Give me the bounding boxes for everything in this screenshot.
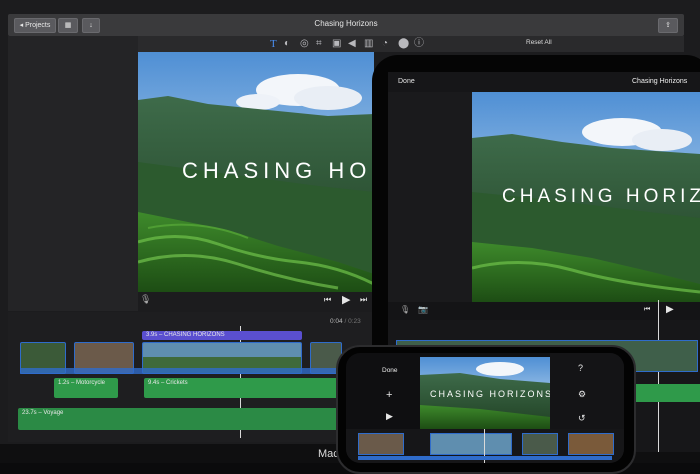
add-icon[interactable]: + bbox=[386, 389, 392, 401]
playback-controls: 🎙 ⏮ ▶ ⏭ bbox=[138, 292, 374, 308]
iphone-video-clip[interactable] bbox=[522, 433, 558, 455]
title-clip[interactable]: 3.9s – CHASING HORIZONS bbox=[142, 331, 302, 340]
mac-viewer: CHASING HO bbox=[138, 52, 374, 292]
microphone-icon[interactable]: 🎙 bbox=[140, 294, 151, 305]
speed-icon[interactable]: ◔ bbox=[382, 38, 388, 50]
camera-icon[interactable]: 📷 bbox=[418, 305, 428, 314]
project-title: Chasing Horizons bbox=[314, 19, 378, 28]
iphone-track-bar bbox=[358, 456, 612, 460]
iphone-tool-column: ? ⚙ ↺ bbox=[550, 353, 624, 433]
microphone-icon[interactable]: 🎙 bbox=[400, 305, 410, 314]
ipad-playhead[interactable] bbox=[658, 300, 659, 452]
viewer-title-overlay: CHASING HO bbox=[182, 158, 372, 183]
timecode-total: 0:23 bbox=[348, 318, 361, 325]
volume-icon[interactable]: ◀ bbox=[348, 38, 356, 50]
music-track-label: 23.7s – Voyage bbox=[22, 410, 64, 416]
share-icon: ⇪ bbox=[665, 22, 671, 29]
audio-clip-label: 1.2s – Motorcycle bbox=[58, 380, 106, 386]
ipad-viewer: CHASING HORIZ bbox=[472, 92, 700, 302]
play-icon[interactable]: ▶ bbox=[666, 304, 674, 315]
color-balance-icon[interactable]: ◐ bbox=[284, 38, 290, 50]
skip-back-icon[interactable]: ⏮ bbox=[324, 295, 331, 305]
ipad-header: Done Chasing Horizons bbox=[388, 72, 700, 92]
mac-timeline: 0:04 / 0:23 3.9s – CHASING HORIZONS 1.2s… bbox=[8, 312, 388, 442]
play-icon[interactable]: ▶ bbox=[342, 293, 350, 306]
iphone-video-clip[interactable] bbox=[358, 433, 404, 455]
stabilization-icon[interactable]: ▣ bbox=[332, 38, 341, 50]
title-clip-label: 3.9s – CHASING HORIZONS bbox=[146, 332, 225, 338]
iphone-timeline bbox=[346, 429, 624, 463]
timecode-separator: / bbox=[344, 318, 347, 325]
music-track[interactable]: 23.7s – Voyage bbox=[18, 408, 340, 430]
help-icon[interactable]: ? bbox=[578, 363, 583, 373]
video-track-bar bbox=[20, 368, 340, 374]
ipad-viewer-title-overlay: CHASING HORIZ bbox=[502, 186, 700, 207]
color-correction-icon[interactable]: ◎ bbox=[300, 38, 309, 50]
undo-icon[interactable]: ↺ bbox=[578, 413, 586, 424]
iphone-viewer: CHASING HORIZONS bbox=[420, 357, 550, 429]
iphone-video-clip[interactable] bbox=[568, 433, 614, 455]
skip-back-icon[interactable]: ⏮ bbox=[644, 306, 650, 314]
reset-all-button[interactable]: Reset All bbox=[526, 39, 552, 46]
audio-clip[interactable]: 9.4s – Crickets bbox=[144, 378, 340, 398]
ipad-side-panel bbox=[388, 92, 472, 302]
audio-clip[interactable]: 1.2s – Motorcycle bbox=[54, 378, 118, 398]
iphone-video-clip[interactable] bbox=[430, 433, 512, 455]
iphone-viewer-title-overlay: CHASING HORIZONS bbox=[430, 389, 550, 399]
ipad-done-button[interactable]: Done bbox=[398, 78, 415, 85]
audio-clip-label: 9.4s – Crickets bbox=[148, 380, 188, 386]
ipad-controls: 🎙 📷 ⏮ ▶ bbox=[388, 302, 700, 320]
mac-titlebar: ◂ Projects ▦ ↓ Chasing Horizons ⇪ bbox=[8, 14, 684, 36]
title-tool-icon[interactable]: T bbox=[270, 38, 277, 50]
timecode-current: 0:04 bbox=[330, 318, 343, 325]
ipad-project-title: Chasing Horizons bbox=[632, 78, 688, 85]
mac-browser-panel: ✦ bbox=[8, 36, 149, 311]
crop-icon[interactable]: ⌗ bbox=[316, 38, 322, 50]
info-icon[interactable]: ⓘ bbox=[414, 38, 424, 50]
noise-reduction-icon[interactable]: ▥ bbox=[364, 38, 373, 50]
play-icon[interactable]: ▶ bbox=[386, 411, 393, 422]
clip-filter-icon[interactable]: ⬤ bbox=[398, 38, 409, 50]
skip-forward-icon[interactable]: ⏭ bbox=[360, 295, 367, 305]
share-button[interactable]: ⇪ bbox=[658, 18, 678, 33]
timecode: 0:04 / 0:23 bbox=[330, 318, 361, 325]
iphone-screen: Done + ▶ CHASING HORIZONS ? ⚙ ↺ bbox=[346, 353, 624, 463]
iphone-done-button[interactable]: Done bbox=[382, 367, 398, 374]
adjustment-toolbar: T ◐ ◎ ⌗ ▣ ◀ ▥ ◔ ⬤ ⓘ Reset All bbox=[138, 36, 684, 52]
settings-icon[interactable]: ⚙ bbox=[578, 389, 586, 400]
